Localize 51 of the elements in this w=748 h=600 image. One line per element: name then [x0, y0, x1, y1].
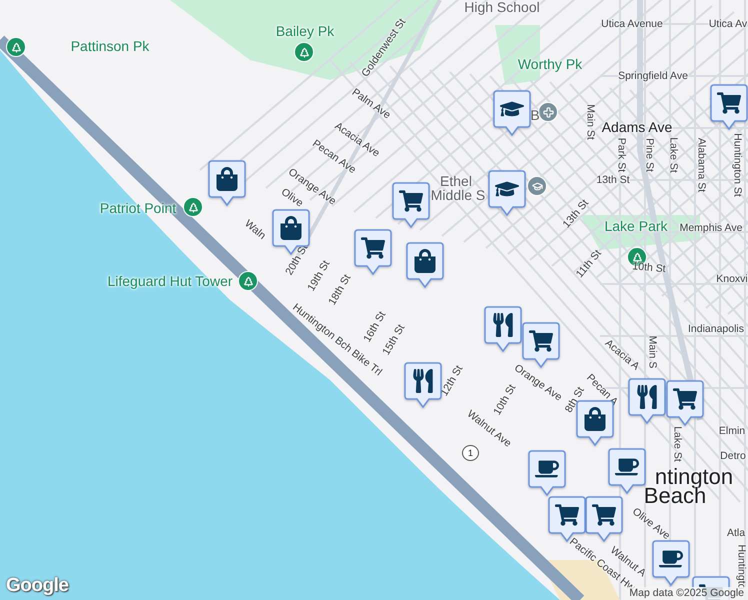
shopping-bag-icon — [413, 249, 437, 273]
street-label: Lake St — [672, 426, 682, 462]
shopping-cart-icon — [673, 387, 697, 411]
street-label: Elmin — [718, 426, 746, 436]
place-label: Ethel — [440, 174, 472, 188]
park-label: Lifeguard Hut Tower — [107, 274, 233, 288]
street-label: Lake St — [668, 137, 678, 173]
street-label: Adams Ave — [602, 120, 672, 134]
shopping-cart-icon — [717, 91, 741, 115]
place-label: High School — [464, 0, 540, 14]
shopping-cart-icon — [399, 189, 423, 213]
street-label: 13th St — [596, 174, 630, 186]
street-label: Utica Avenue — [601, 18, 663, 30]
map-attribution: Map data ©2025 Google — [625, 587, 748, 600]
google-logo: Google — [6, 575, 68, 597]
street-label: Huntington St — [732, 133, 742, 197]
city-label: ntington — [654, 466, 734, 488]
fork-knife-icon — [491, 313, 515, 337]
park-label: Pattinson Pk — [70, 39, 150, 53]
street-label: Detro — [720, 450, 746, 462]
street-label: Main S — [646, 336, 658, 368]
shopping-bag-icon — [583, 407, 607, 431]
shopping-bag-icon — [215, 167, 239, 191]
shopping-cart-icon — [555, 503, 579, 527]
park-label: Lake Park — [604, 219, 668, 233]
street-label: 8th St — [564, 386, 586, 414]
street-label: Springfield Ave — [618, 70, 688, 82]
street-label: Pine St — [644, 138, 654, 172]
park-label: Bailey Pk — [276, 24, 334, 38]
park-label: Patriot Point — [100, 201, 176, 215]
park-label: Worthy Pk — [518, 57, 582, 71]
shopping-pin[interactable] — [272, 209, 310, 255]
shopping-cart-icon — [529, 329, 553, 353]
fork-knife-icon — [635, 385, 659, 409]
shopping-cart-icon — [592, 503, 616, 527]
street-label: Knoxvi — [716, 274, 748, 284]
shopping-bag-icon — [279, 216, 303, 240]
street-label: Indianapolis — [688, 324, 744, 334]
street-label: Huntingto — [736, 544, 746, 590]
street-label: Utica Av — [708, 18, 748, 30]
street-label: Memphis Ave — [680, 222, 742, 234]
shopping-cart-icon — [361, 236, 385, 260]
place-label: Middle S — [430, 188, 486, 202]
fork-knife-icon — [411, 369, 435, 393]
street-label: Park St — [616, 138, 626, 172]
street-label: Alabama St — [696, 138, 706, 192]
place-label: B — [530, 108, 540, 122]
street-label: Atla — [726, 528, 746, 538]
street-label: 10th St — [632, 261, 666, 275]
street-label: Main St — [584, 104, 596, 140]
street-label: 11th St — [574, 248, 604, 280]
